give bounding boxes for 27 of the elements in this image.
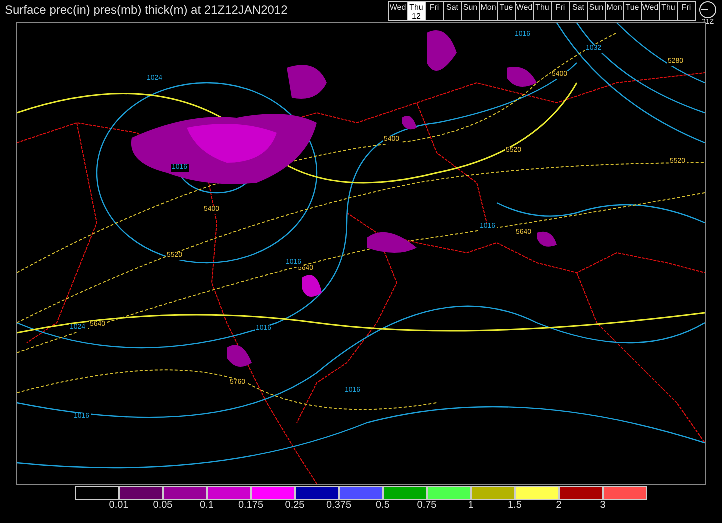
day-tab[interactable]: Tue (623, 2, 641, 20)
clock-icon (699, 1, 717, 19)
legend-label: 0.05 (153, 500, 173, 512)
day-tab[interactable]: Wed (515, 2, 533, 20)
legend-label: 2 (556, 500, 562, 512)
legend-label: 0.1 (200, 500, 214, 512)
day-tab[interactable]: Sun (461, 2, 479, 20)
legend-label: 3 (600, 500, 606, 512)
day-tab[interactable]: Thu 12 (407, 2, 425, 20)
day-tab[interactable]: Wed (641, 2, 659, 20)
legend-label: 0.75 (417, 500, 437, 512)
day-tab[interactable]: Thu (533, 2, 551, 20)
day-tab[interactable]: Tue (497, 2, 515, 20)
legend-label: 1.5 (508, 500, 522, 512)
day-tab[interactable]: Sat (569, 2, 587, 20)
legend-label: 0.01 (109, 500, 129, 512)
legend-label: 1 (468, 500, 474, 512)
day-tab[interactable]: Mon (605, 2, 623, 20)
legend-label: 0.5 (376, 500, 390, 512)
day-tab[interactable]: Sun (587, 2, 605, 20)
map-title: Surface prec(in) pres(mb) thick(m) at 21Z12JAN2012 (5, 3, 288, 17)
legend-label: 0.25 (285, 500, 305, 512)
legend-label: 0.175 (238, 500, 264, 512)
legend-label: 0.375 (326, 500, 352, 512)
day-tab[interactable]: Thu (659, 2, 677, 20)
day-tab[interactable]: Sat (443, 2, 461, 20)
day-tab[interactable]: Mon (479, 2, 497, 20)
